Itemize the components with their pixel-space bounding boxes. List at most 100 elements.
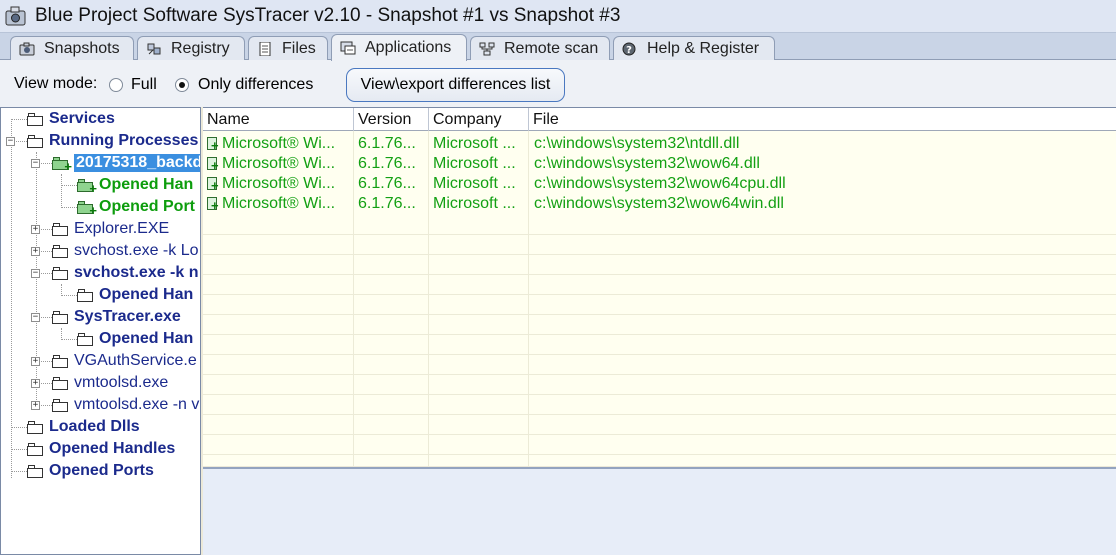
- cell-name: Microsoft® Wi...: [222, 155, 336, 172]
- grid-line: [203, 455, 1116, 466]
- tree-node-opened-handles[interactable]: Opened Han: [77, 328, 193, 350]
- column-header-file[interactable]: File: [529, 108, 1116, 131]
- file-icon: [257, 41, 273, 56]
- folder-icon: [52, 354, 68, 368]
- cell-file: c:\windows\system32\wow64win.dll: [534, 195, 784, 212]
- collapse-icon[interactable]: −: [31, 313, 40, 322]
- network-icon: [479, 42, 495, 56]
- tree-node-loaded-dlls[interactable]: Loaded Dlls: [27, 416, 140, 438]
- applications-icon: [340, 41, 356, 55]
- folder-icon: [52, 376, 68, 390]
- export-differences-button[interactable]: View\export differences list: [346, 68, 565, 102]
- cell-company: Microsoft ...: [433, 135, 516, 152]
- tree-node-label: Services: [49, 110, 115, 127]
- details-pane: [203, 467, 1116, 555]
- table-row[interactable]: + Microsoft® Wi... 6.1.76... Microsoft .…: [203, 174, 1116, 194]
- added-module-icon: +: [207, 137, 219, 152]
- column-header-company[interactable]: Company: [429, 108, 529, 131]
- added-folder-icon: [77, 178, 97, 196]
- tree-node-label: svchost.exe -k Lo: [74, 242, 199, 259]
- tab-label: Applications: [365, 39, 452, 56]
- table-row[interactable]: + Microsoft® Wi... 6.1.76... Microsoft .…: [203, 134, 1116, 154]
- tab-registry[interactable]: Registry: [137, 36, 245, 60]
- folder-icon: [27, 464, 43, 478]
- tree-node-label: VGAuthService.e: [74, 352, 197, 369]
- app-camera-icon: [4, 4, 28, 28]
- tab-help-register[interactable]: ? Help & Register: [613, 36, 775, 60]
- tree-line: [11, 119, 27, 120]
- tree-line: [61, 185, 77, 186]
- tree-line: [36, 152, 37, 408]
- expand-icon[interactable]: +: [31, 225, 40, 234]
- tree-line: [61, 295, 77, 296]
- tree-node-label: vmtoolsd.exe -n v: [74, 396, 200, 413]
- tree-node-label: Running Processes: [49, 132, 199, 149]
- added-module-icon: +: [207, 157, 219, 172]
- tree-node-running-processes[interactable]: Running Processes: [27, 130, 198, 152]
- process-tree: − − + + − − + + + Services Running Proce…: [0, 107, 201, 555]
- folder-icon: [52, 310, 68, 324]
- tree-node-label: Opened Han: [99, 330, 194, 347]
- tree-node-vmtoolsd-n[interactable]: vmtoolsd.exe -n v: [52, 394, 199, 416]
- cell-version: 6.1.76...: [358, 175, 416, 192]
- folder-icon: [27, 442, 43, 456]
- tab-remote-scan[interactable]: Remote scan: [470, 36, 610, 60]
- tab-label: Help & Register: [647, 39, 760, 57]
- tree-node-label: Loaded Dlls: [49, 418, 140, 435]
- view-mode-label: View mode:: [14, 75, 98, 92]
- tree-node-opened-handles[interactable]: Opened Han: [77, 174, 193, 196]
- tab-files[interactable]: Files: [248, 36, 328, 60]
- tree-node-opened-handles[interactable]: Opened Han: [77, 284, 193, 306]
- tree-node-opened-ports-root[interactable]: Opened Ports: [27, 460, 154, 482]
- tab-label: Remote scan: [504, 39, 599, 57]
- full-radio-label[interactable]: Full: [131, 76, 157, 94]
- help-icon: ?: [622, 42, 638, 56]
- collapse-icon[interactable]: −: [6, 137, 15, 146]
- list-header: Name Version Company File: [203, 108, 1116, 131]
- tree-line: [11, 471, 27, 472]
- cell-file: c:\windows\system32\wow64.dll: [534, 155, 760, 172]
- folder-icon: [52, 398, 68, 412]
- tree-node-svchost[interactable]: svchost.exe -k Lo: [52, 240, 199, 262]
- only-differences-radio[interactable]: [175, 78, 189, 92]
- tree-line: [61, 207, 77, 208]
- tree-node-explorer[interactable]: Explorer.EXE: [52, 218, 169, 240]
- tab-applications[interactable]: Applications: [331, 34, 467, 61]
- tree-node-label: vmtoolsd.exe: [74, 374, 169, 391]
- grid-line: [203, 215, 1116, 235]
- collapse-icon[interactable]: −: [31, 159, 40, 168]
- tree-node-vgauthservice[interactable]: VGAuthService.e: [52, 350, 197, 372]
- tree-node-label: Opened Port: [99, 198, 196, 215]
- table-row[interactable]: + Microsoft® Wi... 6.1.76... Microsoft .…: [203, 154, 1116, 174]
- grid-line: [203, 295, 1116, 315]
- full-radio[interactable]: [109, 78, 123, 92]
- folder-icon: [27, 134, 43, 148]
- grid-line: [203, 415, 1116, 435]
- column-header-version[interactable]: Version: [354, 108, 429, 131]
- only-differences-radio-label[interactable]: Only differences: [198, 76, 313, 94]
- title-bar: Blue Project Software SysTracer v2.10 - …: [0, 0, 1116, 33]
- expand-icon[interactable]: +: [31, 379, 40, 388]
- tree-node-vmtoolsd[interactable]: vmtoolsd.exe: [52, 372, 168, 394]
- collapse-icon[interactable]: −: [31, 269, 40, 278]
- tree-node-backdoor-process[interactable]: 20175318_backd: [52, 152, 200, 174]
- table-row[interactable]: + Microsoft® Wi... 6.1.76... Microsoft .…: [203, 194, 1116, 214]
- expand-icon[interactable]: +: [31, 247, 40, 256]
- tab-label: Files: [282, 39, 316, 57]
- grid-line: [203, 275, 1116, 295]
- cell-version: 6.1.76...: [358, 135, 416, 152]
- column-header-name[interactable]: Name: [203, 108, 354, 131]
- expand-icon[interactable]: +: [31, 401, 40, 410]
- tree-node-opened-ports[interactable]: Opened Port: [77, 196, 195, 218]
- tree-node-svchost-netsvcs[interactable]: svchost.exe -k n: [52, 262, 199, 284]
- tab-strip: Snapshots Registry Files Applications Re…: [0, 33, 1116, 61]
- tab-snapshots[interactable]: Snapshots: [10, 36, 134, 60]
- tree-node-systracer[interactable]: SysTracer.exe: [52, 306, 181, 328]
- tree-line: [11, 449, 27, 450]
- expand-icon[interactable]: +: [31, 357, 40, 366]
- tree-node-label: SysTracer.exe: [74, 308, 181, 325]
- cell-file: c:\windows\system32\wow64cpu.dll: [534, 175, 786, 192]
- grid-line: [203, 375, 1116, 395]
- tree-node-opened-handles-root[interactable]: Opened Handles: [27, 438, 175, 460]
- tree-node-services[interactable]: Services: [27, 108, 115, 130]
